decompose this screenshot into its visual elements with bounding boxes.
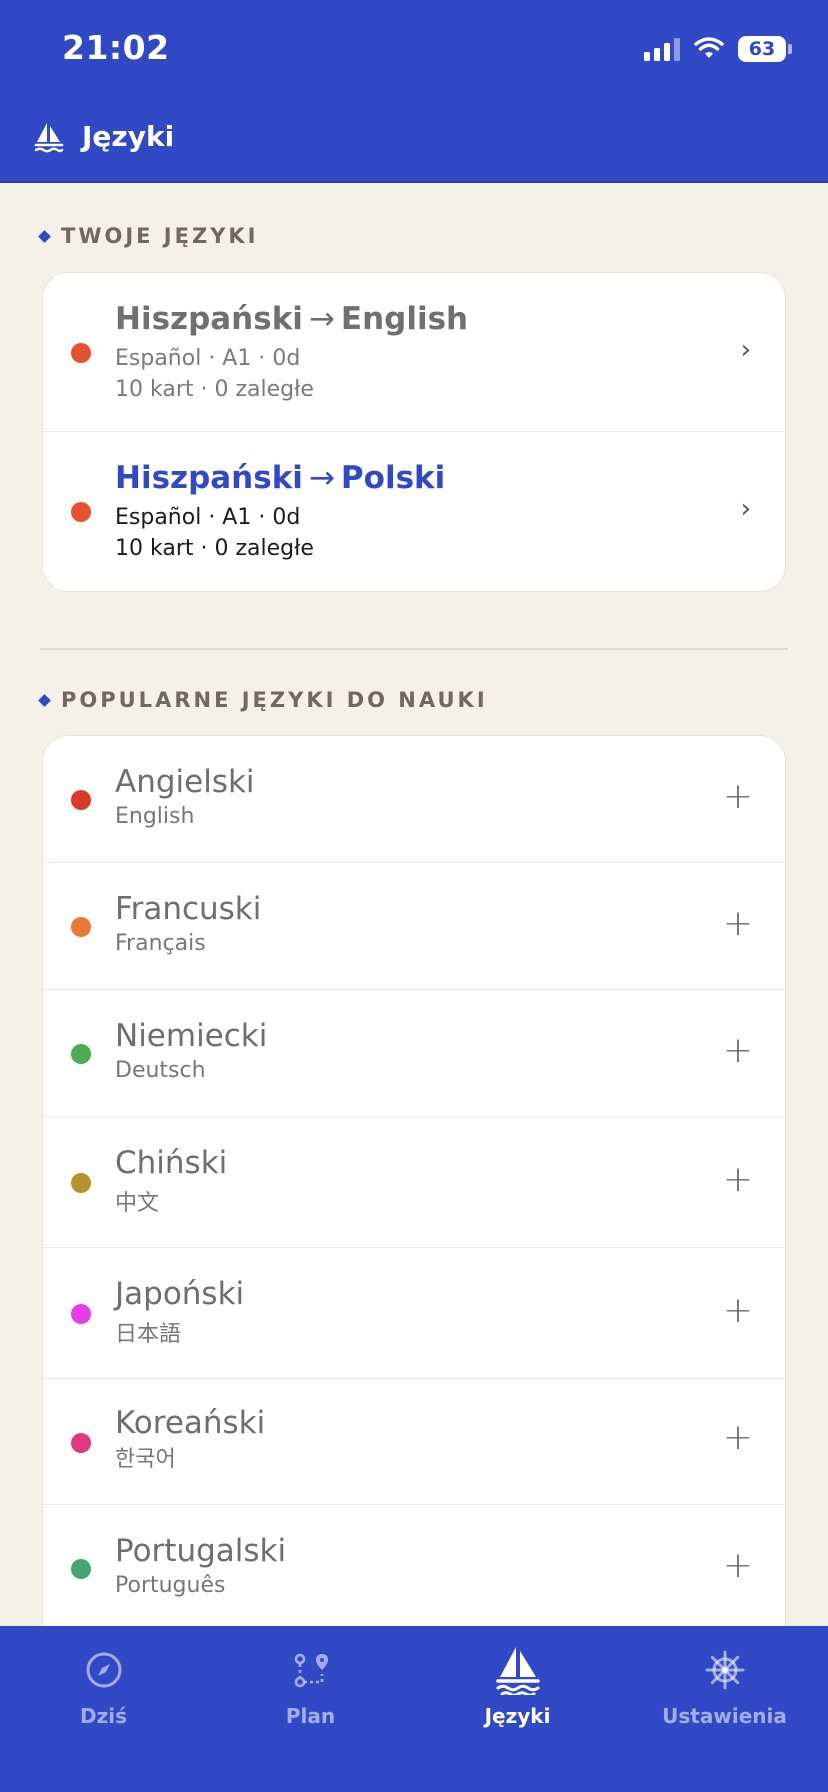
tab-bar: Dziś Plan Języki Ustawienia [0, 1626, 828, 1792]
diamond-bullet-icon [38, 229, 51, 243]
wifi-icon [694, 37, 724, 58]
section-label-text: POPULARNE JĘZYKI DO NAUKI [61, 688, 488, 712]
add-language-icon[interactable]: + [723, 1545, 753, 1586]
route-icon [294, 1653, 328, 1688]
add-language-icon[interactable]: + [723, 1030, 753, 1071]
add-language-icon[interactable]: + [723, 1290, 753, 1331]
add-language-icon[interactable]: + [723, 1417, 753, 1458]
language-stats: 10 kart · 0 zaległe [115, 536, 314, 561]
popular-language-row[interactable]: Francuski Français + [43, 863, 785, 990]
language-color-dot [71, 502, 91, 522]
app-header: 21:02 63 Języki [0, 0, 828, 183]
tab-label: Ustawienia [662, 1704, 787, 1728]
my-language-row[interactable]: Hiszpański → English Español · A1 · 0d 10 … [43, 273, 785, 432]
language-color-dot [71, 1304, 91, 1324]
popular-language-row[interactable]: Japoński 日本語 + [43, 1248, 785, 1379]
language-native-name: Deutsch [115, 1058, 206, 1083]
popular-language-row[interactable]: Angielski English + [43, 736, 785, 863]
my-languages-card: Hiszpański → English Español · A1 · 0d 10 … [42, 272, 786, 592]
language-color-dot [71, 1433, 91, 1453]
section-label-text: TWOJE JĘZYKI [61, 224, 259, 248]
my-language-row[interactable]: Hiszpański → Polski Español · A1 · 0d 10 k… [43, 432, 785, 591]
status-icons: 63 [644, 34, 792, 64]
language-name: Chiński [115, 1145, 228, 1181]
language-color-dot [71, 1559, 91, 1579]
tab-ustawienia[interactable]: Ustawienia [621, 1644, 828, 1728]
compass-icon [86, 1652, 121, 1688]
header-title-row: Języki [34, 120, 174, 153]
status-time: 21:02 [62, 28, 170, 67]
tab-label: Plan [285, 1704, 336, 1728]
language-name: Koreański [115, 1405, 266, 1441]
tab-jezyki[interactable]: Języki [414, 1644, 621, 1728]
section-divider [40, 648, 788, 650]
ships-wheel-icon [705, 1650, 744, 1690]
language-name: Portugalski [115, 1533, 287, 1569]
language-native-name: 한국어 [115, 1447, 176, 1472]
language-name: Japoński [115, 1276, 245, 1312]
language-color-dot [71, 343, 91, 363]
language-color-dot [71, 1173, 91, 1193]
tab-dzis[interactable]: Dziś [0, 1644, 207, 1728]
language-meta: Español · A1 · 0d [115, 505, 301, 530]
chevron-right-icon: › [740, 335, 751, 365]
sailboat-icon [34, 122, 64, 152]
popular-language-row[interactable]: Koreański 한국어 + [43, 1379, 785, 1505]
add-language-icon[interactable]: + [723, 903, 753, 944]
chevron-right-icon: › [740, 494, 751, 524]
language-native-name: Português [115, 1573, 226, 1598]
language-native-name: Français [115, 931, 206, 956]
battery-level: 63 [748, 38, 776, 60]
sailboat-icon [495, 1647, 540, 1695]
language-color-dot [71, 917, 91, 937]
section-label-my-languages: TWOJE JĘZYKI [38, 224, 259, 248]
add-language-icon[interactable]: + [723, 776, 753, 817]
cellular-signal-icon [644, 37, 680, 61]
language-native-name: 中文 [115, 1191, 160, 1216]
popular-language-row[interactable]: Niemiecki Deutsch + [43, 990, 785, 1117]
add-language-icon[interactable]: + [723, 1159, 753, 1200]
language-native-name: 日本語 [115, 1322, 182, 1347]
language-name: Angielski [115, 764, 255, 800]
language-meta: Español · A1 · 0d [115, 346, 301, 371]
popular-languages-card: Angielski English + Francuski Français +… [42, 735, 786, 1665]
language-color-dot [71, 1044, 91, 1064]
tab-plan[interactable]: Plan [207, 1644, 414, 1728]
language-native-name: English [115, 804, 195, 829]
language-color-dot [71, 790, 91, 810]
page-title: Języki [82, 120, 175, 153]
popular-language-row[interactable]: Chiński 中文 + [43, 1117, 785, 1248]
language-name: Niemiecki [115, 1018, 268, 1054]
tab-label: Dziś [79, 1704, 127, 1728]
battery-icon: 63 [738, 36, 792, 62]
tab-label: Języki [484, 1704, 551, 1728]
language-name: Francuski [115, 891, 262, 927]
popular-language-row[interactable]: Portugalski Português + [43, 1505, 785, 1632]
language-pair-title: Hiszpański → English [115, 301, 469, 337]
section-label-popular: POPULARNE JĘZYKI DO NAUKI [38, 688, 488, 712]
diamond-bullet-icon [38, 693, 51, 707]
language-pair-title: Hiszpański → Polski [115, 460, 446, 496]
language-stats: 10 kart · 0 zaległe [115, 377, 314, 402]
